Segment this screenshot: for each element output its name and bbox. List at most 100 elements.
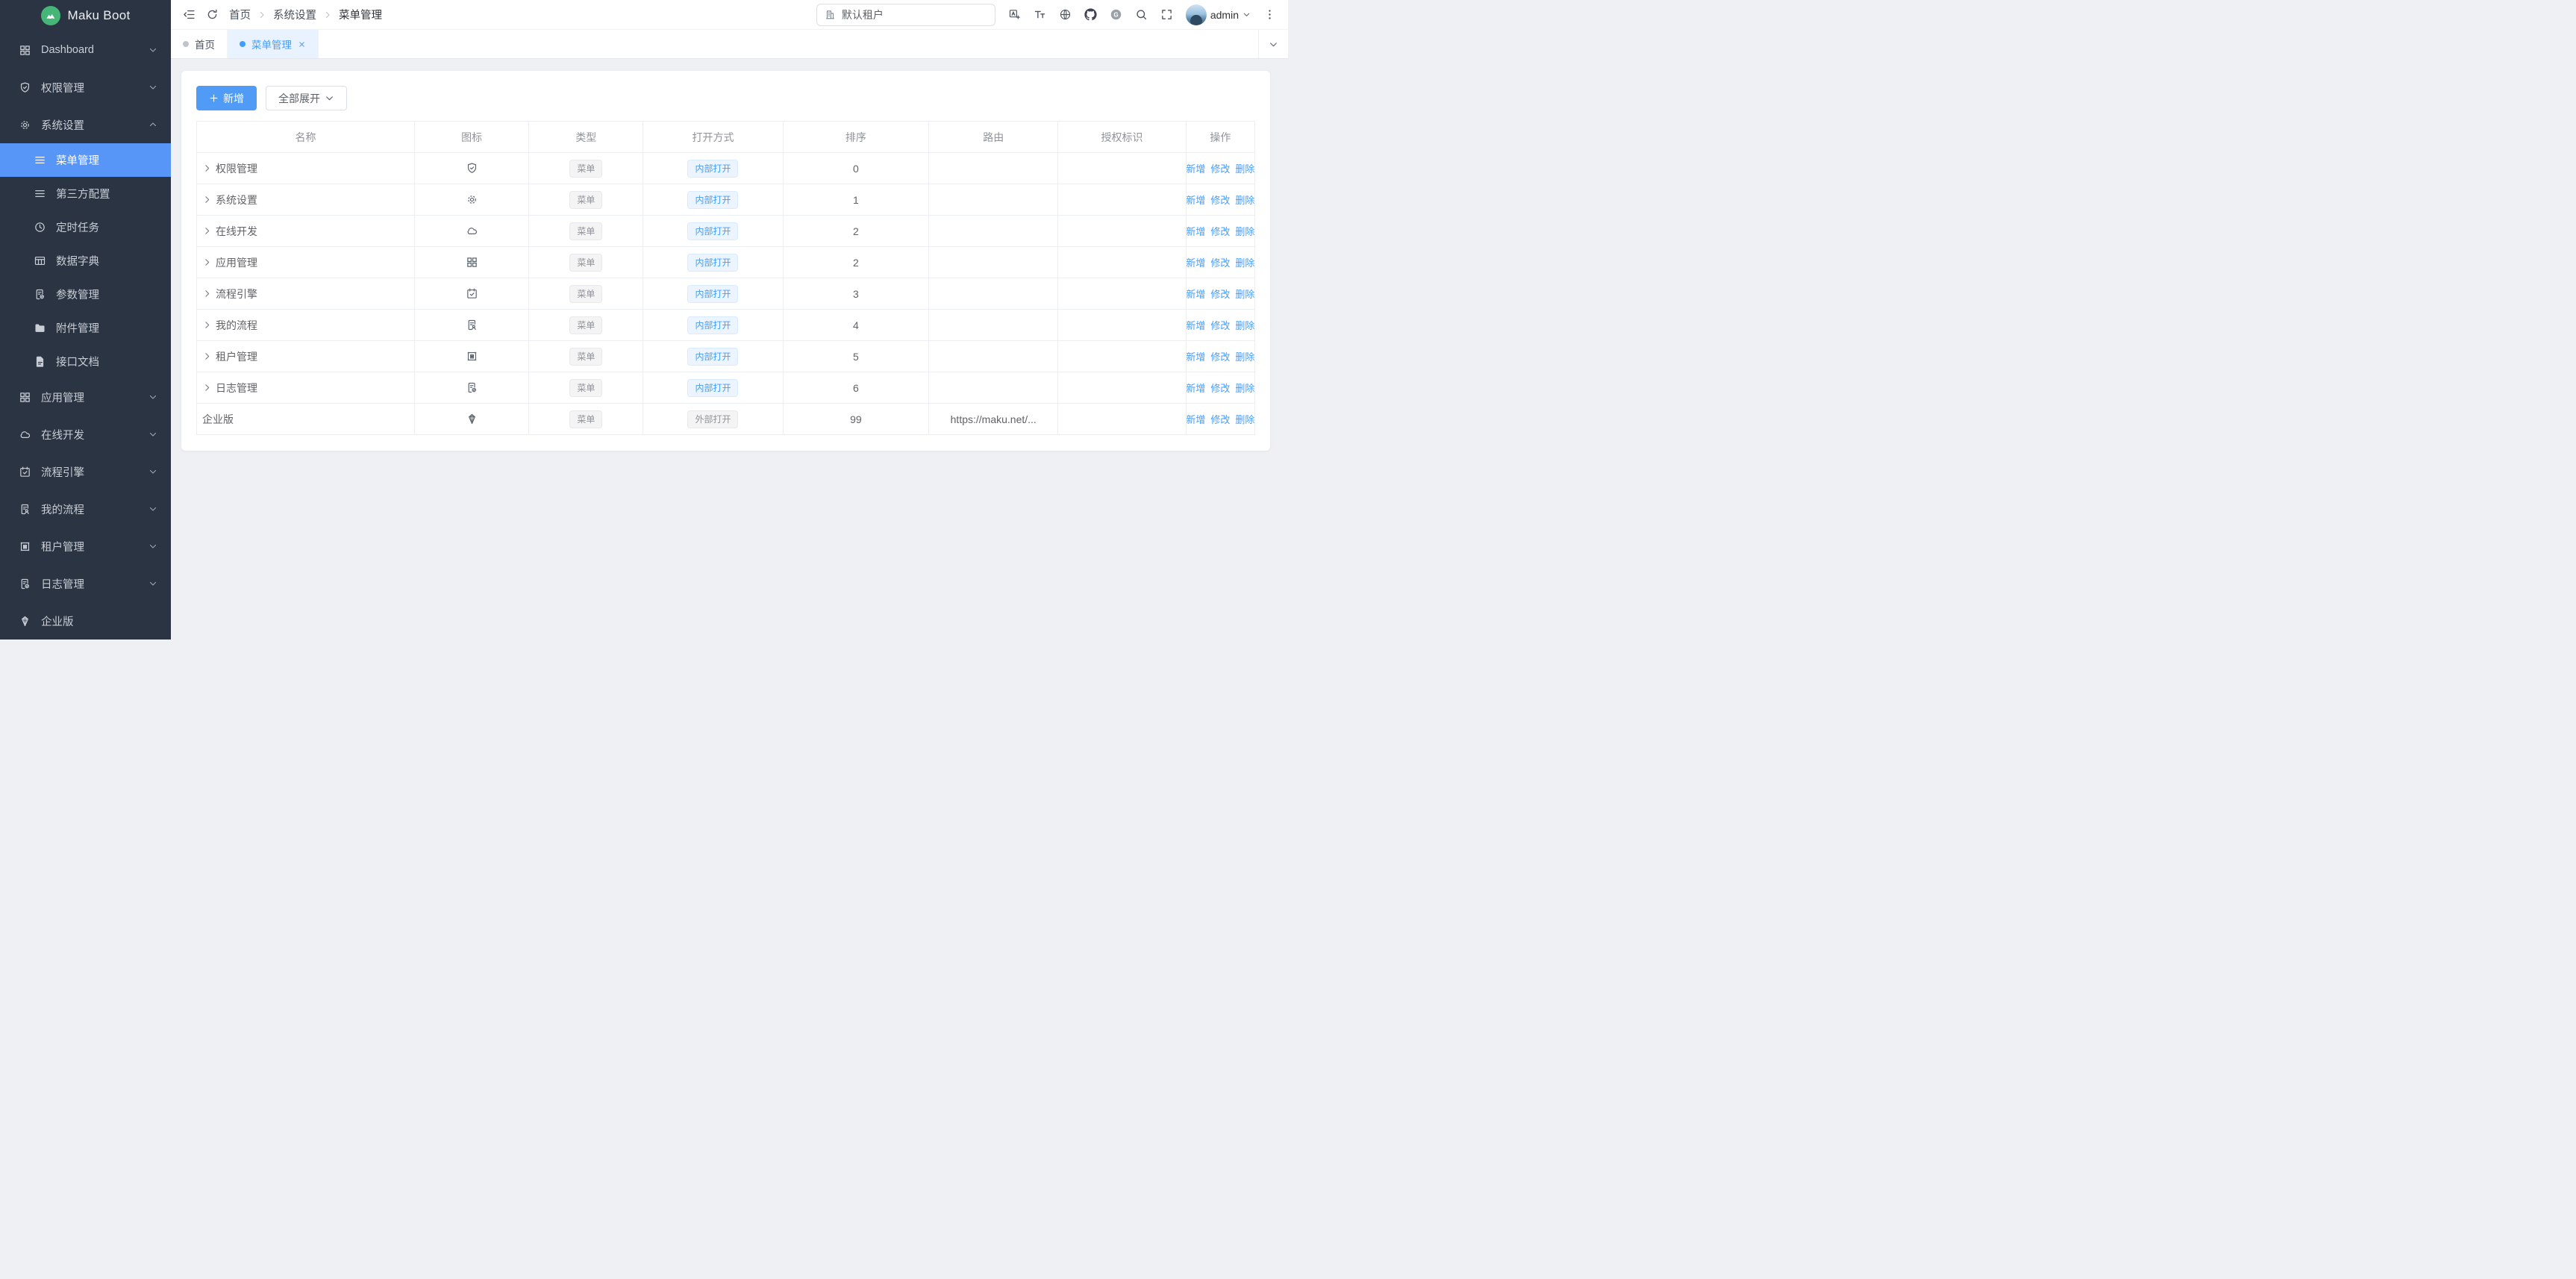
row-delete-link[interactable]: 删除 [1235,193,1254,207]
expand-row-icon[interactable] [202,320,212,330]
tenant-select[interactable]: 默认租户 [816,4,995,26]
sidebar-item-thirdparty-config[interactable]: 第三方配置 [0,177,171,210]
user-menu[interactable]: admin [1186,4,1251,25]
grid-icon [19,44,31,57]
row-add-link[interactable]: 新增 [1186,255,1205,269]
expand-row-icon[interactable] [202,383,212,393]
tabs-dropdown-button[interactable] [1258,30,1288,58]
font-size-icon[interactable] [1034,8,1046,21]
tab-menu-management[interactable]: 菜单管理 [228,30,319,58]
gitee-icon[interactable]: G [1110,8,1122,21]
sidebar-item-workflow-engine[interactable]: 流程引擎 [0,453,171,490]
sidebar-item-log-management[interactable]: 日志管理 [0,565,171,602]
doc-check-icon [34,288,46,301]
row-edit-link[interactable]: 修改 [1210,287,1230,301]
sidebar-item-menu-management[interactable]: 菜单管理 [0,143,171,177]
row-delete-link[interactable]: 删除 [1235,381,1254,395]
sort-value: 5 [783,341,929,372]
row-delete-link[interactable]: 删除 [1235,255,1254,269]
kebab-menu-icon[interactable] [1263,8,1276,21]
sidebar-item-permissions[interactable]: 权限管理 [0,69,171,106]
expand-all-button[interactable]: 全部展开 [266,86,347,110]
chevron-down-icon [149,46,157,54]
breadcrumb-item-home[interactable]: 首页 [229,7,251,22]
breadcrumb-item-system[interactable]: 系统设置 [273,7,316,22]
menu-name: 系统设置 [216,193,257,207]
refresh-icon[interactable] [206,8,219,21]
row-edit-link[interactable]: 修改 [1210,193,1230,207]
sidebar-item-system-settings[interactable]: 系统设置 [0,106,171,143]
main-area: 首页 系统设置 菜单管理 默认租户 G [171,0,1288,640]
list-icon [34,154,46,166]
close-icon[interactable] [298,40,306,49]
row-edit-link[interactable]: 修改 [1210,318,1230,332]
sort-value: 2 [783,216,929,247]
sidebar-item-scheduled-tasks[interactable]: 定时任务 [0,210,171,244]
avatar[interactable] [1186,4,1207,25]
row-delete-link[interactable]: 删除 [1235,318,1254,332]
tenant-icon [466,350,478,363]
add-button[interactable]: 新增 [196,86,257,110]
route-value [929,247,1058,278]
menu-name: 应用管理 [216,255,257,270]
sidebar: Maku Boot Dashboard 权限管理 系统设置 菜单管理 [0,0,171,640]
row-edit-link[interactable]: 修改 [1210,161,1230,175]
row-edit-link[interactable]: 修改 [1210,412,1230,426]
expand-row-icon[interactable] [202,226,212,236]
type-badge: 菜单 [569,222,602,240]
sidebar-item-dashboard[interactable]: Dashboard [0,31,171,69]
sidebar-item-tenant-management[interactable]: 租户管理 [0,528,171,565]
chevron-down-icon [149,542,157,551]
translate-icon[interactable] [1008,8,1021,21]
expand-row-icon[interactable] [202,257,212,267]
building-icon [825,9,836,20]
doc-check-icon [19,578,31,590]
expand-row-icon[interactable] [202,289,212,298]
row-add-link[interactable]: 新增 [1186,287,1205,301]
row-add-link[interactable]: 新增 [1186,349,1205,363]
table-row: 系统设置 菜单 内部打开 1 新增修改删除 [197,184,1255,216]
sidebar-item-online-dev[interactable]: 在线开发 [0,416,171,453]
github-icon[interactable] [1084,8,1097,21]
sort-value: 1 [783,184,929,216]
row-edit-link[interactable]: 修改 [1210,349,1230,363]
row-edit-link[interactable]: 修改 [1210,381,1230,395]
row-add-link[interactable]: 新增 [1186,318,1205,332]
sidebar-item-attachment-management[interactable]: 附件管理 [0,311,171,345]
row-add-link[interactable]: 新增 [1186,381,1205,395]
row-add-link[interactable]: 新增 [1186,193,1205,207]
sidebar-item-data-dictionary[interactable]: 数据字典 [0,244,171,278]
tabs-bar: 首页 菜单管理 [171,30,1288,59]
tab-home[interactable]: 首页 [171,30,228,58]
row-add-link[interactable]: 新增 [1186,224,1205,238]
row-delete-link[interactable]: 删除 [1235,224,1254,238]
gear-icon [466,193,478,206]
logo-mountain-icon [41,6,60,25]
row-edit-link[interactable]: 修改 [1210,224,1230,238]
expand-row-icon[interactable] [202,163,212,173]
sidebar-item-enterprise[interactable]: 企业版 [0,602,171,640]
collapse-sidebar-icon[interactable] [183,8,196,21]
sort-value: 0 [783,153,929,184]
table-row: 租户管理 菜单 内部打开 5 新增修改删除 [197,341,1255,372]
fullscreen-icon[interactable] [1160,8,1173,21]
row-delete-link[interactable]: 删除 [1235,287,1254,301]
row-add-link[interactable]: 新增 [1186,161,1205,175]
sidebar-item-my-workflow[interactable]: 我的流程 [0,490,171,528]
globe-icon[interactable] [1059,8,1072,21]
row-delete-link[interactable]: 删除 [1235,412,1254,426]
row-add-link[interactable]: 新增 [1186,412,1205,426]
sidebar-item-parameter-management[interactable]: 参数管理 [0,278,171,311]
row-delete-link[interactable]: 删除 [1235,349,1254,363]
row-delete-link[interactable]: 删除 [1235,161,1254,175]
chevron-down-icon [149,504,157,513]
search-icon[interactable] [1135,8,1148,21]
chevron-down-icon [325,93,334,103]
sidebar-item-label: 系统设置 [41,117,84,133]
sidebar-item-app-management[interactable]: 应用管理 [0,378,171,416]
expand-row-icon[interactable] [202,351,212,361]
sidebar-item-api-docs[interactable]: 接口文档 [0,345,171,378]
expand-row-icon[interactable] [202,195,212,204]
col-type: 类型 [529,122,643,153]
row-edit-link[interactable]: 修改 [1210,255,1230,269]
